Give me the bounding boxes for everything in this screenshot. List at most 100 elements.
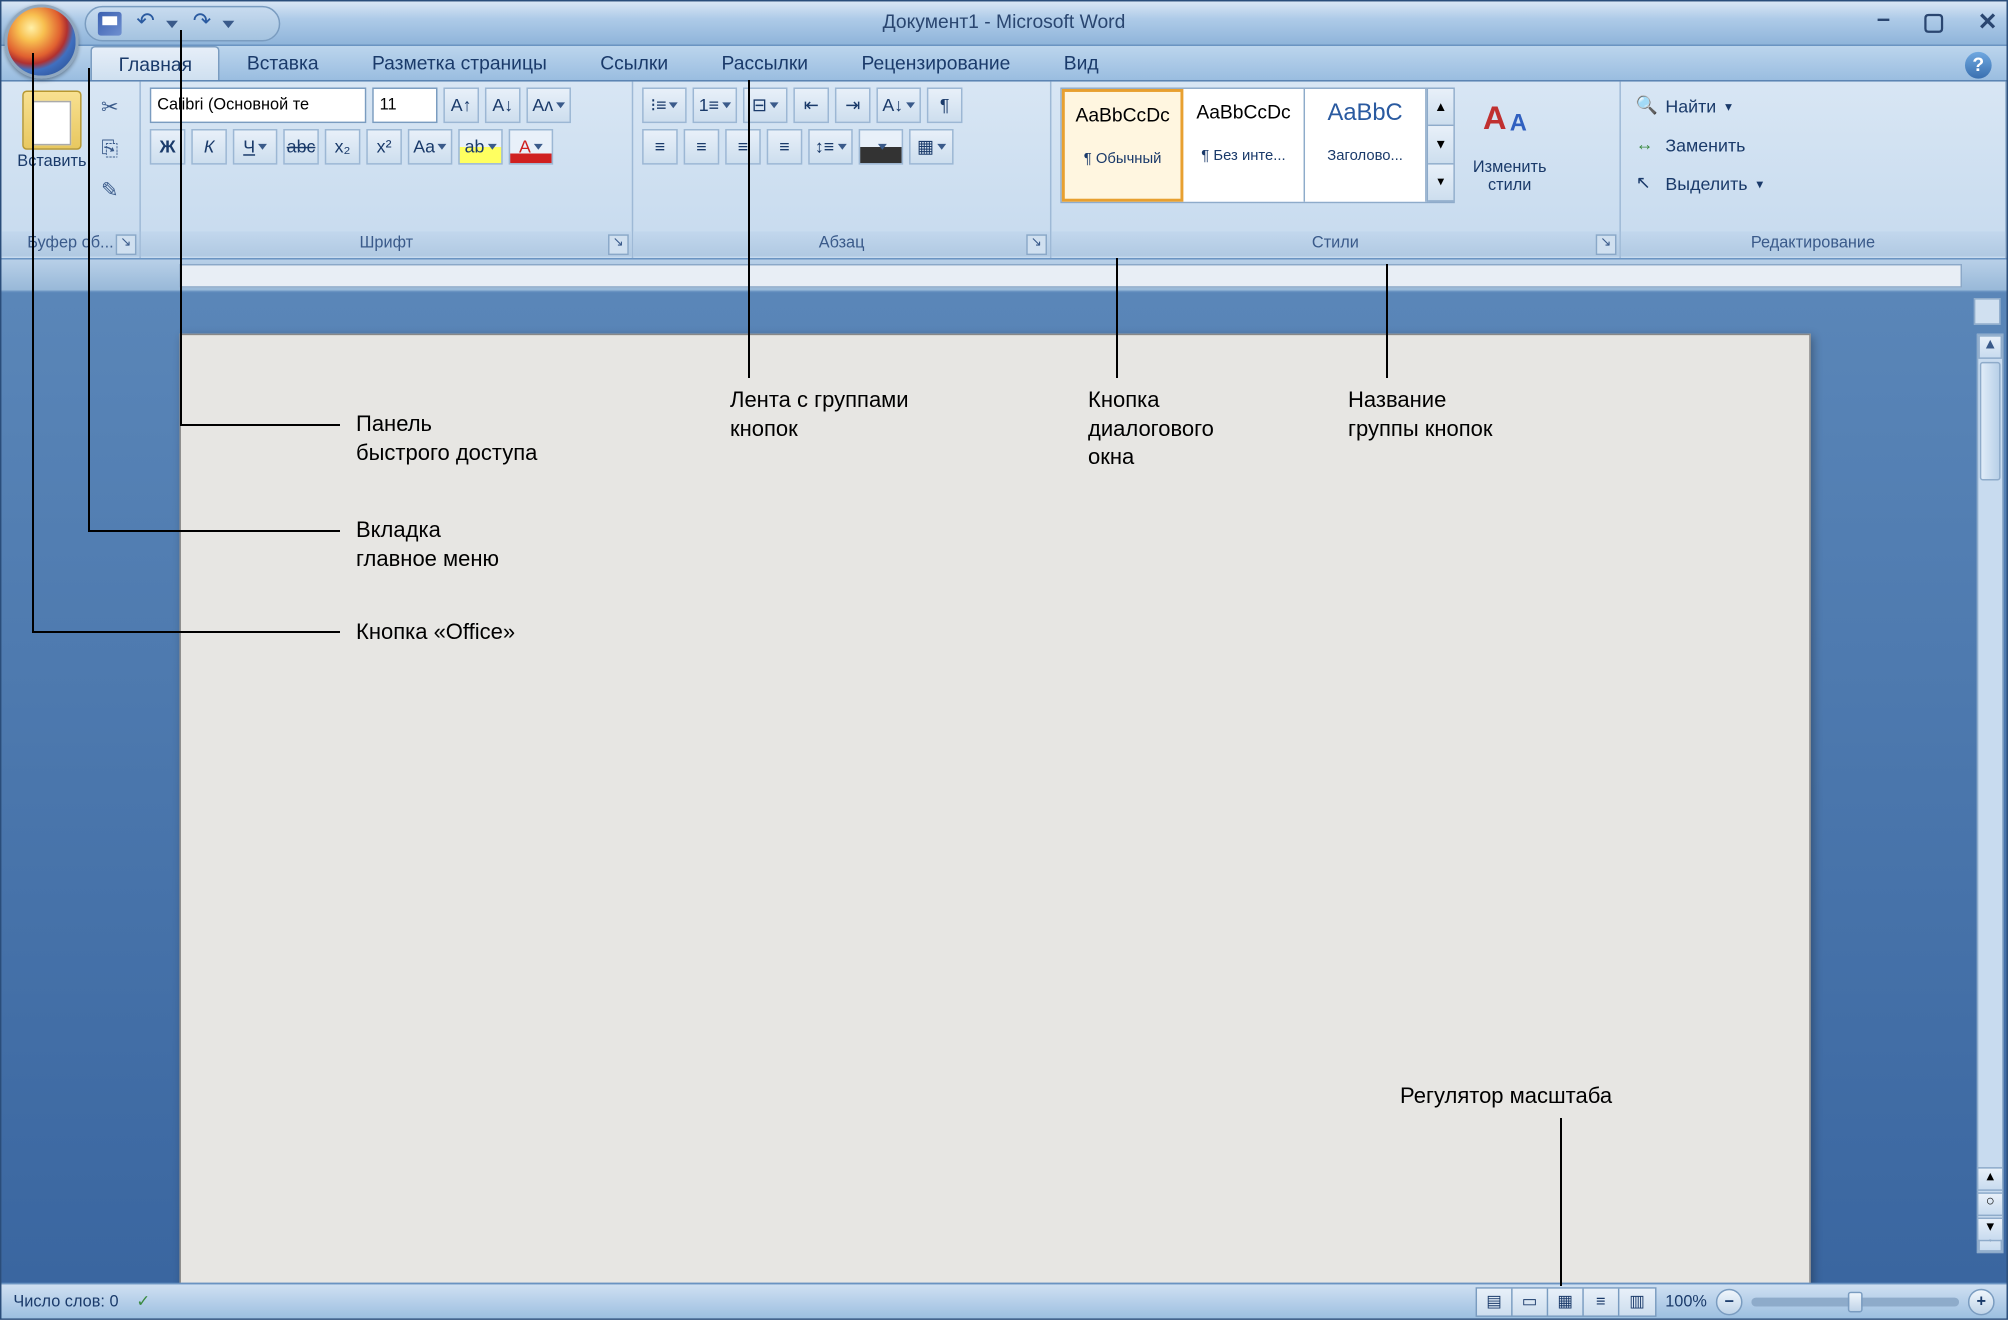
scroll-up-icon[interactable]: ▲ [1978,335,2002,359]
align-left-button[interactable]: ≡ [642,129,678,165]
minimize-button[interactable]: – [1877,7,1890,37]
qat-customize-icon[interactable] [222,20,234,27]
copy-icon[interactable]: ⎘ [93,132,126,165]
select-browse-icon[interactable]: ○ [1977,1192,2004,1216]
close-button[interactable]: ✕ [1978,7,1998,37]
sort-button[interactable]: A↓ [876,87,920,123]
quick-access-toolbar [85,6,281,42]
styles-row-down-icon[interactable]: ▼ [1428,127,1453,165]
subscript-button[interactable]: x₂ [325,129,361,165]
shrink-font-button[interactable]: A↓ [485,87,521,123]
superscript-button[interactable]: x² [366,129,402,165]
group-label-editing: Редактирование [1621,231,2005,256]
outline-view-icon[interactable]: ≡ [1584,1288,1620,1315]
zoom-slider[interactable] [1751,1297,1959,1306]
ruler-strip[interactable] [179,264,1962,288]
change-case-button[interactable]: Aa [408,129,452,165]
office-button[interactable] [4,4,78,78]
tab-insert[interactable]: Вставка [220,46,345,80]
indent-increase-button[interactable]: ⇥ [835,87,871,123]
format-painter-icon[interactable]: ✎ [93,174,126,207]
group-label-styles: Стили [1051,231,1619,256]
save-icon[interactable] [98,12,122,36]
italic-button[interactable]: К [191,129,227,165]
print-layout-view-icon[interactable]: ▤ [1477,1288,1513,1315]
document-page[interactable] [179,334,1810,1283]
tab-page-layout[interactable]: Разметка страницы [345,46,573,80]
find-button[interactable]: 🔍 Найти▾ [1636,87,1996,126]
font-color-button[interactable]: A [509,129,553,165]
zoom-out-button[interactable]: − [1716,1288,1743,1315]
next-page-icon[interactable]: ▾ [1977,1218,2004,1242]
font-size-input[interactable] [372,87,437,123]
word-count[interactable]: Число слов: 0 [13,1292,118,1310]
tab-home[interactable]: Главная [90,46,220,80]
ruler-toggle-button[interactable] [1974,298,2001,325]
title-bar: Документ1 - Microsoft Word – ▢ ✕ [1,1,2006,45]
style-normal[interactable]: AaBbCcDc ¶ Обычный [1062,89,1184,202]
clear-format-button[interactable]: Aʌ [526,87,570,123]
show-marks-button[interactable]: ¶ [927,87,963,123]
dialog-launcher-styles[interactable] [1596,234,1617,255]
dialog-launcher-font[interactable] [608,234,629,255]
annotation-zoom: Регулятор масштаба [1400,1082,1612,1111]
tab-view[interactable]: Вид [1037,46,1125,80]
highlight-button[interactable]: ab [458,129,502,165]
annotation-tab: Вкладка главное меню [356,516,499,573]
bullets-button[interactable]: ⁝≡ [642,87,686,123]
status-bar: Число слов: 0 ✓ ▤ ▭ ▦ ≡ ▥ 100% − + [1,1283,2006,1319]
replace-button[interactable]: ↔ Заменить [1636,126,1996,165]
style-heading[interactable]: AaBbC Заголово... [1305,89,1427,202]
group-label-font: Шрифт [141,231,632,256]
font-name-input[interactable] [150,87,367,123]
group-paragraph: ⁝≡ 1≡ ⊟ ⇤ ⇥ A↓ ¶ ≡ ≡ ≡ ≡ ↕≡ ▦ Абзац [633,82,1051,258]
strike-button[interactable]: abc [283,129,319,165]
tab-review[interactable]: Рецензирование [835,46,1037,80]
view-buttons: ▤ ▭ ▦ ≡ ▥ [1475,1287,1656,1317]
document-workspace: ▲ ▼ ▴ ○ ▾ [1,292,2006,1283]
align-right-button[interactable]: ≡ [725,129,761,165]
window-title: Документ1 - Microsoft Word [883,10,1126,32]
annotation-dialog: Кнопка диалогового окна [1088,386,1214,472]
underline-button[interactable]: Ч [233,129,277,165]
ribbon-tabs: Главная Вставка Разметка страницы Ссылки… [1,46,2006,82]
select-button[interactable]: ↖ Выделить▾ [1636,165,1996,204]
annotation-ribbon: Лента с группами кнопок [730,386,909,443]
vertical-scrollbar[interactable]: ▲ ▼ [1977,334,2004,1253]
binoculars-icon: 🔍 [1636,95,1660,119]
styles-expand-icon[interactable]: ▾ [1428,164,1453,202]
group-editing: 🔍 Найти▾ ↔ Заменить ↖ Выделить▾ Редактир… [1621,82,2007,258]
scroll-thumb[interactable] [1980,362,2001,481]
shading-button[interactable] [859,129,903,165]
zoom-level[interactable]: 100% [1665,1292,1707,1310]
borders-button[interactable]: ▦ [909,129,953,165]
full-screen-view-icon[interactable]: ▭ [1512,1288,1548,1315]
paste-button[interactable]: Вставить [10,90,93,170]
zoom-in-button[interactable]: + [1968,1288,1995,1315]
justify-button[interactable]: ≡ [767,129,803,165]
maximize-button[interactable]: ▢ [1923,7,1945,37]
align-center-button[interactable]: ≡ [684,129,720,165]
web-layout-view-icon[interactable]: ▦ [1548,1288,1584,1315]
redo-icon[interactable] [193,12,217,36]
indent-decrease-button[interactable]: ⇤ [793,87,829,123]
line-spacing-button[interactable]: ↕≡ [808,129,852,165]
tab-mailings[interactable]: Рассылки [695,46,835,80]
style-no-spacing[interactable]: AaBbCcDc ¶ Без инте... [1183,89,1305,202]
numbering-button[interactable]: 1≡ [693,87,737,123]
dialog-launcher-paragraph[interactable] [1026,234,1047,255]
styles-row-up-icon[interactable]: ▲ [1428,89,1453,127]
undo-dropdown-icon[interactable] [166,20,178,27]
replace-icon: ↔ [1636,133,1660,157]
cut-icon[interactable]: ✂ [93,90,126,123]
help-icon[interactable]: ? [1965,52,1992,79]
proofing-icon[interactable]: ✓ [136,1292,150,1311]
undo-icon[interactable] [136,12,160,36]
prev-page-icon[interactable]: ▴ [1977,1167,2004,1191]
grow-font-button[interactable]: A↑ [443,87,479,123]
change-styles-button[interactable]: Изменить стили [1455,87,1565,231]
tab-references[interactable]: Ссылки [574,46,695,80]
dialog-launcher-clipboard[interactable] [116,234,137,255]
draft-view-icon[interactable]: ▥ [1619,1288,1655,1315]
zoom-knob[interactable] [1848,1291,1863,1312]
